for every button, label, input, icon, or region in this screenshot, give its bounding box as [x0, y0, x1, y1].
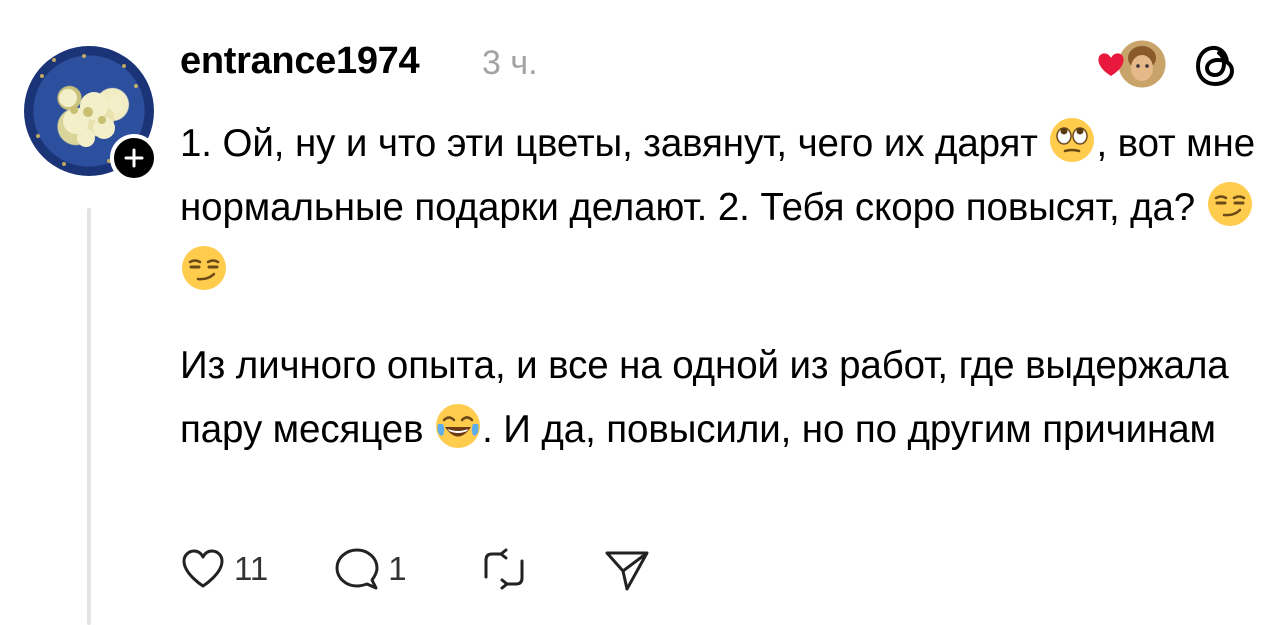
paragraph-1: 1. Ой, ну и что эти цветы, завянут, чего…	[180, 112, 1260, 304]
post-text: 1. Ой, ну и что эти цветы, завянут, чего…	[180, 112, 1260, 462]
paragraph-2: Из личного опыта, и все на одной из рабо…	[180, 334, 1260, 462]
eye-roll-emoji-icon	[1048, 116, 1096, 164]
author-liked-badge	[1098, 38, 1169, 91]
action-bar: 11 1	[180, 541, 651, 597]
like-button[interactable]: 11	[180, 546, 268, 592]
send-icon	[605, 551, 649, 591]
threads-logo-icon[interactable]	[1193, 40, 1239, 90]
repost-button[interactable]	[479, 544, 529, 594]
reply-count: 1	[388, 550, 407, 587]
paragraph-1-text-a: 1. Ой, ну и что эти цветы, завянут, чего…	[180, 122, 1038, 165]
smirk-emoji-icon	[180, 244, 228, 292]
plus-icon	[124, 148, 144, 168]
timestamp: 3 ч.	[482, 44, 538, 82]
heart-icon	[182, 549, 224, 588]
share-button[interactable]	[603, 545, 651, 593]
repost-icon	[484, 548, 524, 590]
like-count: 11	[234, 550, 269, 587]
thread-line	[87, 208, 91, 625]
smirk-emoji-icon	[1206, 180, 1254, 228]
reply-button[interactable]: 1	[334, 546, 407, 592]
follow-button[interactable]	[110, 134, 158, 182]
tears-of-joy-emoji-icon	[434, 402, 482, 450]
username[interactable]: entrance1974	[180, 40, 420, 83]
comment-icon	[335, 548, 379, 590]
paragraph-2-text-b: . И да, повысили, но по другим причинам	[482, 408, 1216, 451]
